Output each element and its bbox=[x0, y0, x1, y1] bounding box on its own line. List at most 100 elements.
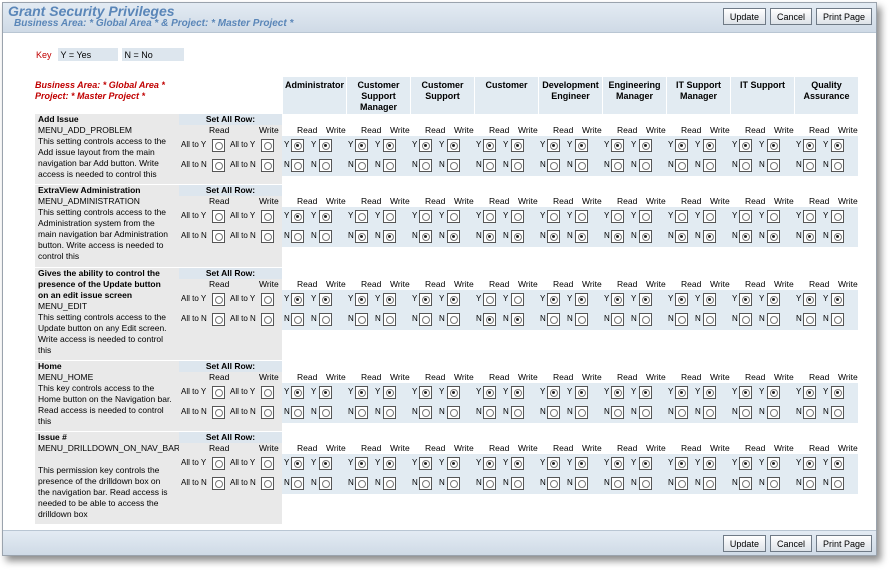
write-yes-radio[interactable] bbox=[703, 386, 716, 399]
write-yes-radio[interactable] bbox=[639, 139, 652, 152]
write-yes-radio[interactable] bbox=[703, 457, 716, 470]
read-no-radio[interactable] bbox=[547, 230, 560, 243]
read-yes-radio[interactable] bbox=[483, 386, 496, 399]
write-yes-radio[interactable] bbox=[383, 293, 396, 306]
read-no-radio[interactable] bbox=[611, 159, 624, 172]
read-no-radio[interactable] bbox=[739, 313, 752, 326]
write-no-radio[interactable] bbox=[831, 477, 844, 490]
read-yes-radio[interactable] bbox=[355, 293, 368, 306]
write-no-radio[interactable] bbox=[767, 159, 780, 172]
write-yes-radio[interactable] bbox=[511, 139, 524, 152]
write-yes-radio[interactable] bbox=[319, 139, 332, 152]
read-yes-radio[interactable] bbox=[291, 457, 304, 470]
read-yes-radio[interactable] bbox=[611, 386, 624, 399]
write-yes-radio[interactable] bbox=[383, 386, 396, 399]
read-no-radio[interactable] bbox=[803, 477, 816, 490]
write-yes-radio[interactable] bbox=[831, 386, 844, 399]
read-no-radio[interactable] bbox=[419, 406, 432, 419]
write-yes-radio[interactable] bbox=[447, 210, 460, 223]
write-yes-radio[interactable] bbox=[383, 457, 396, 470]
write-no-radio[interactable] bbox=[319, 230, 332, 243]
read-yes-radio[interactable] bbox=[483, 210, 496, 223]
write-no-radio[interactable] bbox=[831, 406, 844, 419]
read-yes-radio[interactable] bbox=[355, 386, 368, 399]
read-no-radio[interactable] bbox=[355, 406, 368, 419]
all-to-y-write-button[interactable] bbox=[261, 386, 274, 399]
read-no-radio[interactable] bbox=[803, 230, 816, 243]
write-yes-radio[interactable] bbox=[383, 210, 396, 223]
read-no-radio[interactable] bbox=[803, 159, 816, 172]
write-no-radio[interactable] bbox=[703, 406, 716, 419]
read-no-radio[interactable] bbox=[803, 313, 816, 326]
read-no-radio[interactable] bbox=[675, 406, 688, 419]
all-to-n-read-button[interactable] bbox=[212, 313, 225, 326]
read-yes-radio[interactable] bbox=[419, 293, 432, 306]
write-yes-radio[interactable] bbox=[575, 293, 588, 306]
read-no-radio[interactable] bbox=[483, 159, 496, 172]
write-yes-radio[interactable] bbox=[767, 293, 780, 306]
read-yes-radio[interactable] bbox=[611, 210, 624, 223]
write-no-radio[interactable] bbox=[383, 406, 396, 419]
read-yes-radio[interactable] bbox=[291, 210, 304, 223]
write-yes-radio[interactable] bbox=[767, 139, 780, 152]
write-yes-radio[interactable] bbox=[319, 293, 332, 306]
read-yes-radio[interactable] bbox=[675, 210, 688, 223]
write-yes-radio[interactable] bbox=[767, 386, 780, 399]
all-to-y-write-button[interactable] bbox=[261, 293, 274, 306]
write-no-radio[interactable] bbox=[447, 159, 460, 172]
update-button[interactable]: Update bbox=[722, 8, 766, 25]
write-yes-radio[interactable] bbox=[831, 210, 844, 223]
read-yes-radio[interactable] bbox=[355, 210, 368, 223]
footer-cancel-button[interactable]: Cancel bbox=[769, 535, 812, 552]
write-yes-radio[interactable] bbox=[511, 293, 524, 306]
write-no-radio[interactable] bbox=[383, 313, 396, 326]
read-no-radio[interactable] bbox=[355, 230, 368, 243]
write-yes-radio[interactable] bbox=[703, 210, 716, 223]
write-no-radio[interactable] bbox=[767, 406, 780, 419]
all-to-n-read-button[interactable] bbox=[212, 477, 225, 490]
read-yes-radio[interactable] bbox=[739, 139, 752, 152]
read-yes-radio[interactable] bbox=[739, 293, 752, 306]
write-no-radio[interactable] bbox=[511, 406, 524, 419]
read-yes-radio[interactable] bbox=[419, 386, 432, 399]
read-yes-radio[interactable] bbox=[291, 139, 304, 152]
read-yes-radio[interactable] bbox=[291, 293, 304, 306]
all-to-n-write-button[interactable] bbox=[261, 313, 274, 326]
write-no-radio[interactable] bbox=[831, 313, 844, 326]
read-no-radio[interactable] bbox=[675, 159, 688, 172]
write-no-radio[interactable] bbox=[319, 406, 332, 419]
read-yes-radio[interactable] bbox=[483, 457, 496, 470]
read-no-radio[interactable] bbox=[803, 406, 816, 419]
write-yes-radio[interactable] bbox=[447, 457, 460, 470]
write-no-radio[interactable] bbox=[703, 159, 716, 172]
read-no-radio[interactable] bbox=[739, 406, 752, 419]
all-to-y-read-button[interactable] bbox=[212, 210, 225, 223]
read-no-radio[interactable] bbox=[291, 313, 304, 326]
write-yes-radio[interactable] bbox=[831, 139, 844, 152]
read-yes-radio[interactable] bbox=[611, 293, 624, 306]
write-no-radio[interactable] bbox=[447, 477, 460, 490]
read-yes-radio[interactable] bbox=[803, 210, 816, 223]
write-no-radio[interactable] bbox=[639, 477, 652, 490]
write-yes-radio[interactable] bbox=[575, 457, 588, 470]
write-no-radio[interactable] bbox=[639, 159, 652, 172]
all-to-n-read-button[interactable] bbox=[212, 406, 225, 419]
all-to-n-write-button[interactable] bbox=[261, 230, 274, 243]
write-no-radio[interactable] bbox=[703, 477, 716, 490]
read-no-radio[interactable] bbox=[483, 406, 496, 419]
all-to-y-read-button[interactable] bbox=[212, 457, 225, 470]
write-yes-radio[interactable] bbox=[319, 386, 332, 399]
write-yes-radio[interactable] bbox=[575, 210, 588, 223]
write-no-radio[interactable] bbox=[767, 477, 780, 490]
write-no-radio[interactable] bbox=[575, 159, 588, 172]
all-to-y-write-button[interactable] bbox=[261, 210, 274, 223]
write-no-radio[interactable] bbox=[447, 313, 460, 326]
write-yes-radio[interactable] bbox=[639, 293, 652, 306]
read-yes-radio[interactable] bbox=[355, 457, 368, 470]
write-no-radio[interactable] bbox=[575, 230, 588, 243]
write-no-radio[interactable] bbox=[511, 159, 524, 172]
write-no-radio[interactable] bbox=[383, 477, 396, 490]
read-no-radio[interactable] bbox=[291, 406, 304, 419]
all-to-y-read-button[interactable] bbox=[212, 293, 225, 306]
read-yes-radio[interactable] bbox=[419, 210, 432, 223]
